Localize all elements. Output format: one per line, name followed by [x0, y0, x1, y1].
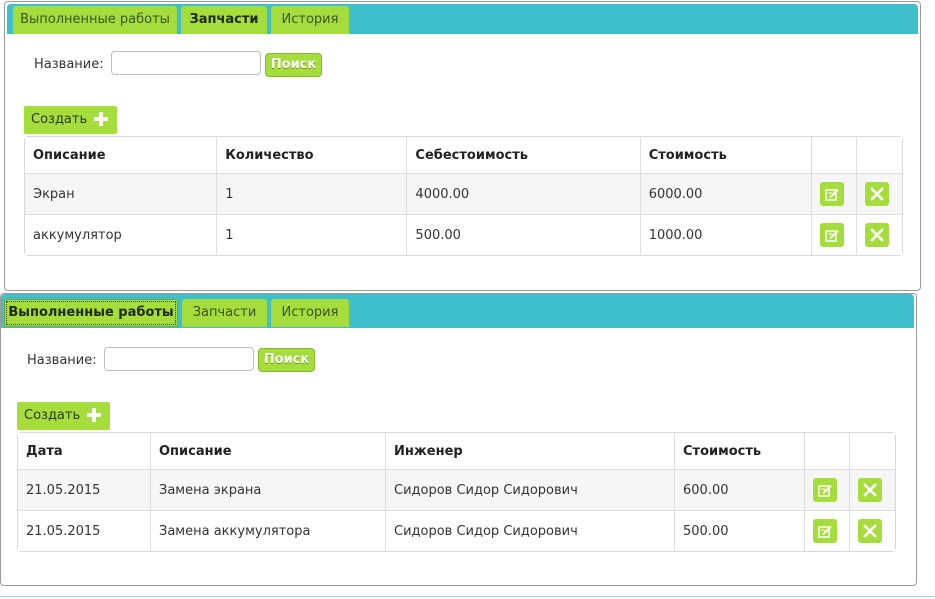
- parts-table: Описание Количество Себестоимость Стоимо…: [24, 136, 903, 256]
- cell-description: аккумулятор: [25, 215, 218, 255]
- create-button[interactable]: Создать: [17, 402, 110, 430]
- edit-button[interactable]: [819, 223, 844, 247]
- tab-history[interactable]: История: [271, 299, 349, 327]
- search-input[interactable]: [111, 51, 261, 75]
- delete-icon: [863, 483, 877, 497]
- edit-icon: [818, 526, 832, 538]
- column-header-delete: [850, 433, 895, 470]
- cell-quantity: 1: [217, 174, 408, 215]
- cell-edit: [805, 511, 850, 551]
- edit-button[interactable]: [819, 182, 844, 206]
- column-header-edit: [811, 137, 857, 174]
- table-row: 21.05.2015 Замена экрана Сидоров Сидор С…: [18, 470, 895, 511]
- cell-engineer: Сидоров Сидор Сидорович: [386, 511, 675, 551]
- works-table: Дата Описание Инженер Стоимость 21.05.20…: [17, 432, 896, 552]
- cell-description: Замена экрана: [151, 470, 386, 511]
- edit-icon: [825, 230, 839, 242]
- cell-price: 500.00: [675, 511, 805, 551]
- search-label: Название:: [34, 57, 104, 72]
- works-panel: Выполненные работы Запчасти История Назв…: [0, 293, 917, 586]
- search-label: Название:: [27, 353, 97, 368]
- plus-icon: [87, 408, 101, 422]
- cell-date: 21.05.2015: [18, 511, 151, 551]
- column-header-quantity: Количество: [217, 137, 408, 174]
- bottom-divider: [0, 596, 935, 597]
- column-header-description: Описание: [151, 433, 386, 470]
- cell-edit: [811, 174, 857, 215]
- cell-delete: [856, 174, 902, 215]
- cell-engineer: Сидоров Сидор Сидорович: [386, 470, 675, 511]
- cell-delete: [850, 470, 895, 511]
- column-header-date: Дата: [18, 433, 151, 470]
- create-button-label: Создать: [24, 408, 81, 423]
- search-input[interactable]: [104, 347, 254, 371]
- delete-icon: [870, 228, 884, 242]
- cell-price: 6000.00: [640, 174, 812, 215]
- create-button[interactable]: Создать: [24, 106, 117, 134]
- tab-parts[interactable]: Запчасти: [181, 6, 267, 34]
- delete-icon: [870, 187, 884, 201]
- delete-button[interactable]: [864, 223, 889, 247]
- column-header-delete: [856, 137, 902, 174]
- edit-icon: [825, 189, 839, 201]
- cell-quantity: 1: [217, 215, 408, 255]
- cell-price: 1000.00: [640, 215, 812, 255]
- parts-panel: Выполненные работы Запчасти История Назв…: [4, 1, 921, 291]
- works-tabbar: Выполненные работы Запчасти История: [1, 294, 914, 328]
- column-header-description: Описание: [25, 137, 218, 174]
- tab-history[interactable]: История: [271, 6, 349, 34]
- cell-cost-price: 500.00: [407, 215, 641, 255]
- cell-edit: [811, 215, 857, 255]
- column-header-price: Стоимость: [640, 137, 812, 174]
- cell-delete: [850, 511, 895, 551]
- tab-completed-works[interactable]: Выполненные работы: [13, 6, 177, 34]
- cell-description: Замена аккумулятора: [151, 511, 386, 551]
- parts-tabbar: Выполненные работы Запчасти История: [7, 4, 918, 34]
- table-header-row: Дата Описание Инженер Стоимость: [18, 433, 895, 470]
- cell-cost-price: 4000.00: [407, 174, 641, 215]
- edit-button[interactable]: [813, 519, 837, 543]
- tab-completed-works[interactable]: Выполненные работы: [4, 299, 178, 327]
- edit-icon: [818, 485, 832, 497]
- delete-button[interactable]: [864, 182, 889, 206]
- table-row: Экран 1 4000.00 6000.00: [25, 174, 902, 215]
- tab-parts[interactable]: Запчасти: [182, 299, 267, 327]
- table-row: 21.05.2015 Замена аккумулятора Сидоров С…: [18, 511, 895, 551]
- column-header-cost-price: Себестоимость: [407, 137, 641, 174]
- cell-price: 600.00: [675, 470, 805, 511]
- delete-icon: [863, 524, 877, 538]
- delete-button[interactable]: [858, 478, 882, 502]
- cell-edit: [805, 470, 850, 511]
- delete-button[interactable]: [858, 519, 882, 543]
- cell-description: Экран: [25, 174, 218, 215]
- table-row: аккумулятор 1 500.00 1000.00: [25, 215, 902, 255]
- column-header-price: Стоимость: [675, 433, 805, 470]
- search-button[interactable]: Поиск: [265, 53, 322, 77]
- column-header-engineer: Инженер: [386, 433, 675, 470]
- column-header-edit: [805, 433, 850, 470]
- table-header-row: Описание Количество Себестоимость Стоимо…: [25, 137, 902, 174]
- create-button-label: Создать: [31, 112, 88, 127]
- edit-button[interactable]: [813, 478, 837, 502]
- search-button[interactable]: Поиск: [258, 348, 315, 372]
- plus-icon: [94, 112, 108, 126]
- cell-delete: [856, 215, 902, 255]
- cell-date: 21.05.2015: [18, 470, 151, 511]
